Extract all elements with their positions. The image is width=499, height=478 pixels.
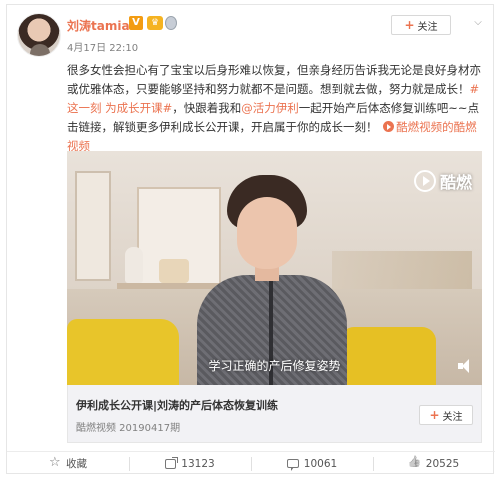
- plus-icon: +: [429, 408, 440, 422]
- action-bar: 收藏 13123 10061 20525: [7, 451, 495, 475]
- share-icon: [165, 456, 179, 469]
- vase: [125, 247, 143, 283]
- mention-link[interactable]: @活力伊利: [241, 101, 299, 115]
- post-text-part2: ，快跟着我和: [172, 101, 242, 115]
- volume-icon[interactable]: [458, 359, 474, 373]
- follow-button[interactable]: + 关注: [391, 15, 451, 35]
- picture-frame: [75, 171, 111, 281]
- weibo-post-card: 刘涛tamia V ♛ 4月17日 22:10 + 关注 ⌵ 很多女性会担心有了…: [6, 4, 495, 475]
- comment-icon: [286, 459, 299, 471]
- comment-count: 10061: [303, 457, 338, 470]
- pillow: [67, 319, 179, 385]
- video-title[interactable]: 伊利成长公开课|刘涛的产后体态恢复训练: [76, 397, 278, 413]
- share-button[interactable]: 13123: [129, 452, 251, 475]
- video-player[interactable]: 酷燃 学习正确的产后修复姿势: [67, 151, 482, 385]
- video-source: 酷燃视频 20190417期: [76, 423, 181, 434]
- kuran-logo-icon: [413, 170, 436, 192]
- follow-label: 关注: [417, 21, 438, 33]
- verified-badge-icon: V: [129, 16, 143, 30]
- username[interactable]: 刘涛tamia: [67, 17, 130, 34]
- favorite-label: 收藏: [66, 458, 87, 470]
- crown-badge-icon: ♛: [147, 16, 163, 30]
- video-info-bar[interactable]: 伊利成长公开课|刘涛的产后体态恢复训练 酷燃视频 20190417期 + 关注: [67, 385, 482, 443]
- favorite-button[interactable]: 收藏: [7, 452, 129, 475]
- avatar[interactable]: [17, 13, 61, 57]
- jar: [159, 259, 189, 283]
- post-time[interactable]: 4月17日 22:10: [67, 39, 138, 54]
- video-follow-label: 关注: [442, 411, 463, 423]
- video-presenter: [197, 175, 347, 385]
- video-subtitle: 学习正确的产后修复姿势: [208, 359, 341, 373]
- watermark-label: 酷燃: [439, 173, 472, 192]
- pillow: [340, 327, 436, 385]
- video-follow-button[interactable]: + 关注: [419, 405, 473, 425]
- play-circle-icon: [383, 121, 395, 132]
- shelf: [332, 251, 472, 291]
- share-count: 13123: [181, 457, 215, 470]
- chevron-down-icon[interactable]: ⌵: [471, 17, 485, 31]
- plus-icon: +: [404, 18, 415, 32]
- post-text: 很多女性会担心有了宝宝以后身形难以恢复，但亲身经历告诉我无论是良好身材亦或优雅体…: [67, 61, 487, 156]
- star-icon: [49, 455, 61, 470]
- kuran-watermark: 酷燃: [413, 169, 472, 193]
- like-count: 20525: [425, 457, 460, 470]
- like-button[interactable]: 20525: [373, 452, 495, 475]
- comment-button[interactable]: 10061: [251, 452, 373, 475]
- thumbs-up-icon: [409, 458, 421, 470]
- medal-badge-icon: [165, 16, 177, 30]
- post-text-part1: 很多女性会担心有了宝宝以后身形难以恢复，但亲身经历告诉我无论是良好身材亦或优雅体…: [67, 63, 481, 96]
